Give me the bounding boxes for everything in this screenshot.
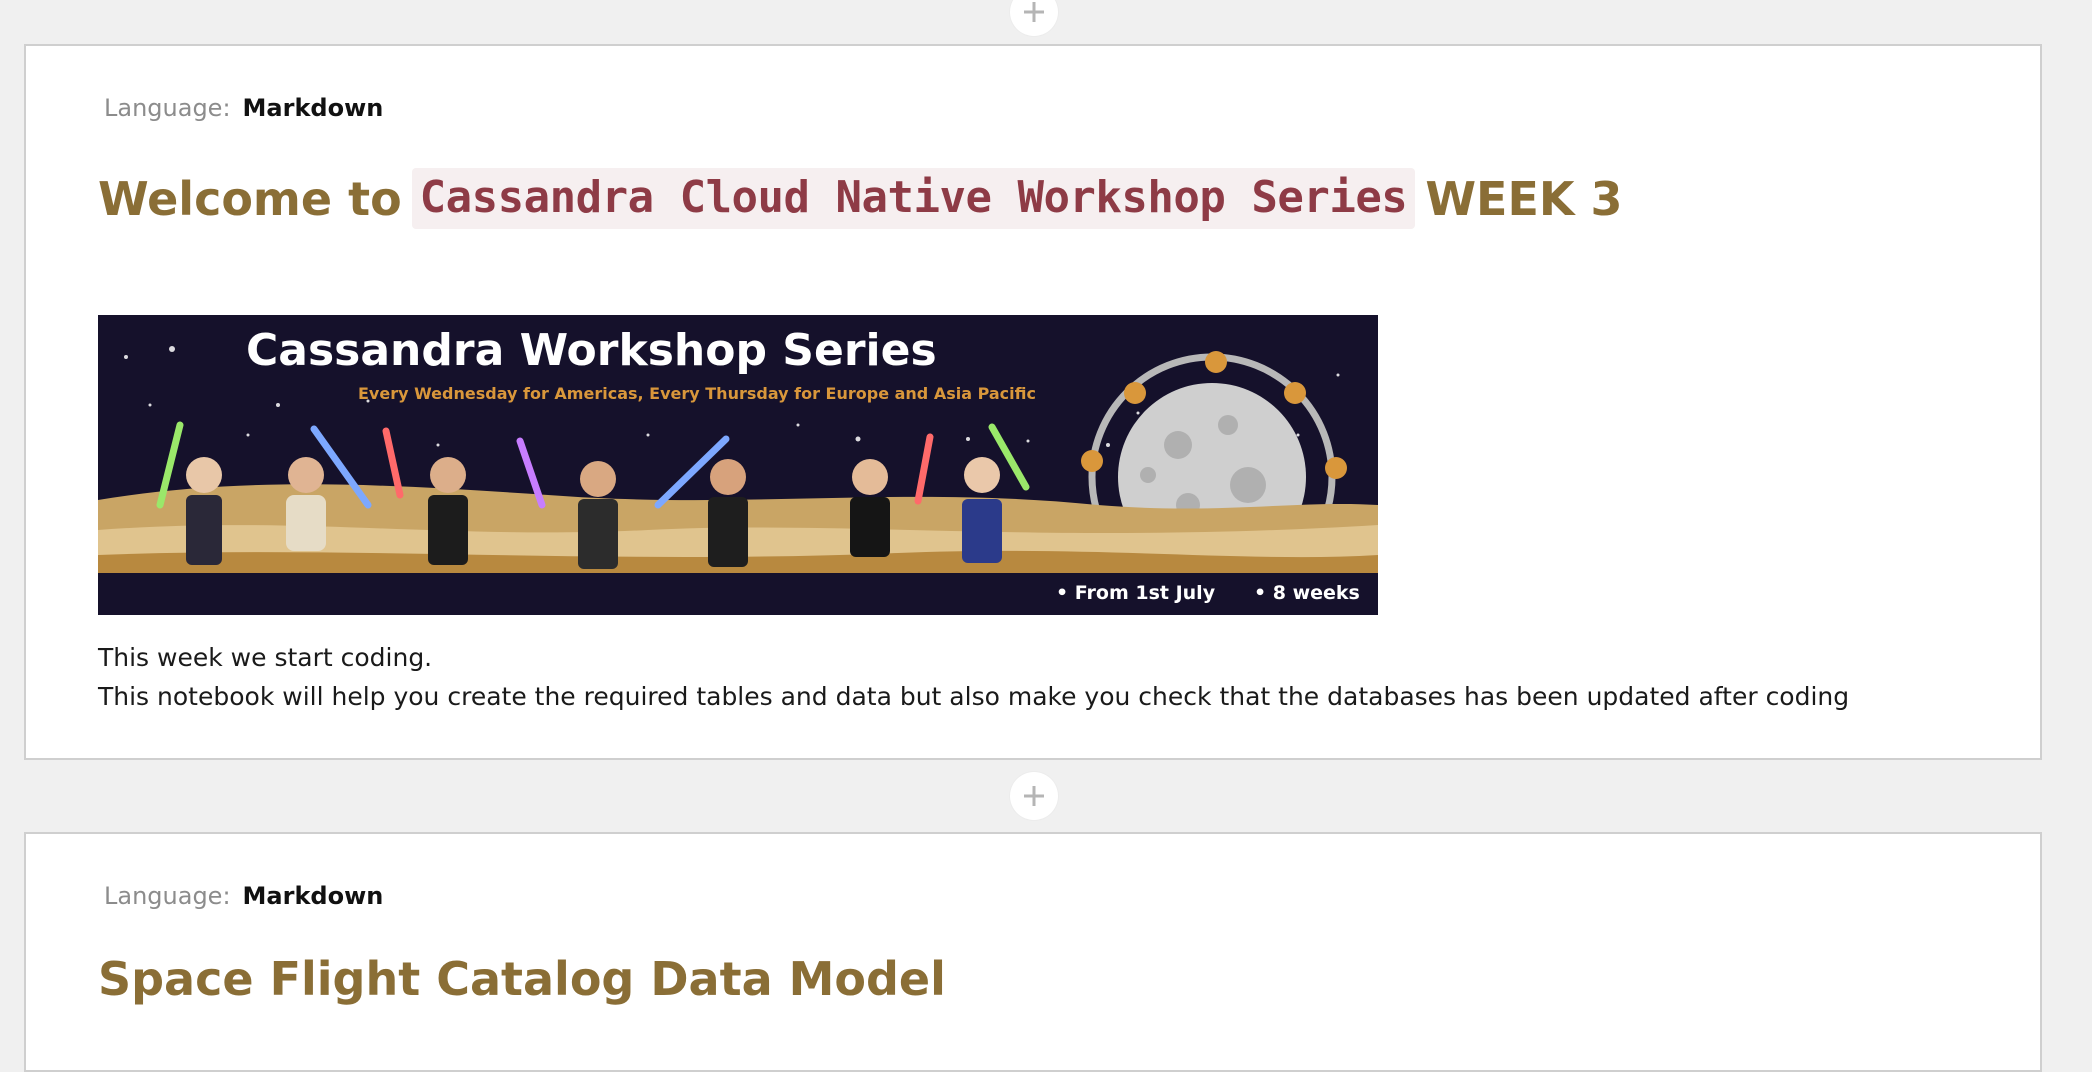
banner-artwork: Cassandra Workshop Series Every Wednesda… bbox=[98, 315, 1378, 615]
add-cell-button-top[interactable] bbox=[1010, 0, 1058, 36]
banner-note-start: • From 1st July bbox=[1056, 582, 1216, 604]
heading-suffix: WEEK 3 bbox=[1425, 171, 1623, 226]
plus-icon bbox=[1024, 786, 1044, 806]
cell-body: This week we start coding. This notebook… bbox=[98, 638, 1849, 716]
heading-inline-code: Cassandra Cloud Native Workshop Series bbox=[411, 168, 1416, 229]
language-indicator: Language: Markdown bbox=[104, 882, 383, 910]
banner-title: Cassandra Workshop Series bbox=[246, 325, 937, 376]
paragraph: This week we start coding. bbox=[98, 643, 433, 672]
language-value: Markdown bbox=[242, 94, 384, 122]
paragraph: This notebook will help you create the r… bbox=[98, 682, 1850, 711]
language-indicator: Language: Markdown bbox=[104, 94, 383, 122]
language-label: Language: bbox=[104, 882, 231, 910]
heading-prefix: Welcome to bbox=[98, 171, 402, 226]
add-cell-button[interactable] bbox=[1010, 772, 1058, 820]
language-label: Language: bbox=[104, 94, 231, 122]
plus-icon bbox=[1024, 2, 1044, 22]
language-value: Markdown bbox=[242, 882, 384, 910]
workshop-banner-image: Cassandra Workshop Series Every Wednesda… bbox=[98, 315, 1378, 615]
markdown-cell-data-model[interactable]: Language: Markdown Space Flight Catalog … bbox=[24, 832, 2042, 1072]
cell-heading: Space Flight Catalog Data Model bbox=[98, 952, 946, 1006]
banner-subtitle: Every Wednesday for Americas, Every Thur… bbox=[358, 384, 1036, 403]
cell-heading: Welcome to Cassandra Cloud Native Worksh… bbox=[98, 168, 1623, 229]
markdown-cell-welcome[interactable]: Language: Markdown Welcome to Cassandra … bbox=[24, 44, 2042, 760]
banner-note-weeks: • 8 weeks bbox=[1254, 582, 1360, 604]
